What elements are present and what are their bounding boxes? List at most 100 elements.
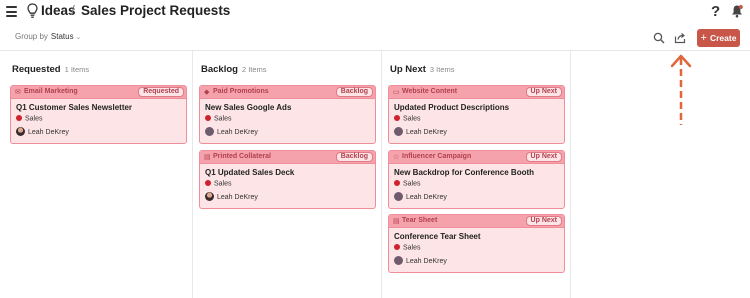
card-owner: Leah DeKrey bbox=[16, 127, 69, 136]
card-title[interactable]: Q1 Customer Sales Newsletter bbox=[16, 103, 132, 112]
help-icon[interactable]: ? bbox=[711, 3, 720, 20]
card-header: ▭ Website Content Up Next bbox=[389, 86, 564, 99]
share-icon[interactable] bbox=[674, 32, 686, 44]
card-title[interactable]: Updated Product Descriptions bbox=[394, 103, 509, 112]
card-tag: Sales bbox=[394, 115, 421, 123]
column-backlog: Backlog 2 Items ◆ Paid Promotions Backlog… bbox=[199, 51, 379, 298]
owner-name: Leah DeKrey bbox=[406, 129, 447, 136]
card-header: ▤ Printed Collateral Backlog bbox=[200, 151, 375, 164]
tag-dot-icon bbox=[205, 115, 211, 121]
tag-label: Sales bbox=[214, 115, 232, 123]
card-owner: Leah DeKrey bbox=[205, 192, 258, 201]
tag-icon: ◆ bbox=[204, 89, 210, 96]
card-category: Paid Promotions bbox=[213, 88, 269, 95]
column-up-next: Up Next 3 Items ▭ Website Content Up Next… bbox=[388, 51, 568, 298]
owner-name: Leah DeKrey bbox=[28, 129, 69, 136]
column-divider bbox=[570, 51, 571, 298]
tag-label: Sales bbox=[403, 244, 421, 252]
lightbulb-icon bbox=[27, 3, 38, 18]
status-badge[interactable]: Backlog bbox=[335, 152, 373, 162]
card[interactable]: ◆ Paid Promotions Backlog New Sales Goog… bbox=[199, 85, 376, 144]
column-requested: Requested 1 Items ✉ Email Marketing Reque… bbox=[10, 51, 190, 298]
owner-name: Leah DeKrey bbox=[406, 194, 447, 201]
avatar bbox=[394, 256, 403, 265]
card-title[interactable]: New Sales Google Ads bbox=[205, 103, 291, 112]
card-category: Printed Collateral bbox=[213, 153, 271, 160]
chevron-down-icon: ⌄ bbox=[75, 34, 82, 41]
card[interactable]: ✉ Email Marketing Requested Q1 Customer … bbox=[10, 85, 187, 144]
card-owner: Leah DeKrey bbox=[205, 127, 258, 136]
card-tag: Sales bbox=[394, 244, 421, 252]
card-title[interactable]: New Backdrop for Conference Booth bbox=[394, 168, 534, 177]
tag-label: Sales bbox=[214, 180, 232, 188]
card-owner: Leah DeKrey bbox=[394, 256, 447, 265]
column-header: Backlog 2 Items bbox=[201, 64, 267, 75]
breadcrumb-separator: / bbox=[71, 3, 75, 18]
avatar bbox=[205, 192, 214, 201]
owner-name: Leah DeKrey bbox=[217, 194, 258, 201]
card-title[interactable]: Conference Tear Sheet bbox=[394, 232, 481, 241]
tag-label: Sales bbox=[25, 115, 43, 123]
search-icon[interactable] bbox=[653, 32, 665, 44]
notifications-bell-icon[interactable] bbox=[731, 4, 743, 18]
status-badge[interactable]: Up Next bbox=[525, 216, 562, 226]
avatar bbox=[394, 127, 403, 136]
card-category: Tear Sheet bbox=[402, 217, 438, 224]
menu-icon[interactable] bbox=[6, 6, 17, 17]
card[interactable]: ▤ Printed Collateral Backlog Q1 Updated … bbox=[199, 150, 376, 209]
card[interactable]: ☆ Influencer Campaign Up Next New Backdr… bbox=[388, 150, 565, 209]
plus-icon: + bbox=[700, 32, 707, 44]
tag-label: Sales bbox=[403, 115, 421, 123]
column-divider bbox=[192, 51, 193, 298]
card-header: ☆ Influencer Campaign Up Next bbox=[389, 151, 564, 164]
column-count: 3 Items bbox=[429, 65, 455, 74]
column-count: 2 Items bbox=[241, 65, 267, 74]
status-badge[interactable]: Requested bbox=[138, 87, 184, 97]
top-bar: Ideas / Sales Project Requests ? bbox=[0, 0, 750, 26]
status-badge[interactable]: Up Next bbox=[525, 87, 562, 97]
book-icon: ▤ bbox=[204, 154, 211, 161]
column-divider bbox=[381, 51, 382, 298]
owner-name: Leah DeKrey bbox=[217, 129, 258, 136]
card-category: Influencer Campaign bbox=[402, 153, 472, 160]
envelope-icon: ✉ bbox=[15, 89, 21, 96]
column-title: Backlog bbox=[201, 64, 238, 75]
annotation-arrow-icon bbox=[670, 54, 692, 125]
status-badge[interactable]: Backlog bbox=[335, 87, 373, 97]
tag-dot-icon bbox=[205, 180, 211, 186]
card-header: ▤ Tear Sheet Up Next bbox=[389, 215, 564, 228]
card[interactable]: ▭ Website Content Up Next Updated Produc… bbox=[388, 85, 565, 144]
card-category: Website Content bbox=[402, 88, 458, 95]
card-tag: Sales bbox=[205, 115, 232, 123]
card-owner: Leah DeKrey bbox=[394, 192, 447, 201]
owner-name: Leah DeKrey bbox=[406, 258, 447, 265]
tag-dot-icon bbox=[394, 180, 400, 186]
card-tag: Sales bbox=[394, 180, 421, 188]
tag-dot-icon bbox=[394, 115, 400, 121]
create-label: Create bbox=[709, 33, 737, 43]
card-title[interactable]: Q1 Updated Sales Deck bbox=[205, 168, 294, 177]
column-title: Up Next bbox=[390, 64, 426, 75]
group-by-label: Group by bbox=[15, 32, 48, 41]
avatar bbox=[16, 127, 25, 136]
column-header: Requested 1 Items bbox=[12, 64, 89, 75]
card-category: Email Marketing bbox=[24, 88, 78, 95]
monitor-icon: ▭ bbox=[393, 89, 400, 96]
status-badge[interactable]: Up Next bbox=[525, 152, 562, 162]
group-by-value[interactable]: Status bbox=[51, 32, 74, 41]
avatar bbox=[394, 192, 403, 201]
column-count: 1 Items bbox=[64, 65, 90, 74]
card-tag: Sales bbox=[205, 180, 232, 188]
group-by-control[interactable]: Group by Status ⌄ bbox=[15, 32, 81, 41]
column-title: Requested bbox=[12, 64, 61, 75]
card[interactable]: ▤ Tear Sheet Up Next Conference Tear She… bbox=[388, 214, 565, 273]
card-header: ✉ Email Marketing Requested bbox=[11, 86, 186, 99]
card-tag: Sales bbox=[16, 115, 43, 123]
document-icon: ▤ bbox=[393, 218, 400, 225]
tag-label: Sales bbox=[403, 180, 421, 188]
create-button[interactable]: + Create bbox=[697, 29, 740, 47]
tag-dot-icon bbox=[16, 115, 22, 121]
avatar bbox=[205, 127, 214, 136]
card-owner: Leah DeKrey bbox=[394, 127, 447, 136]
star-icon: ☆ bbox=[393, 154, 400, 161]
